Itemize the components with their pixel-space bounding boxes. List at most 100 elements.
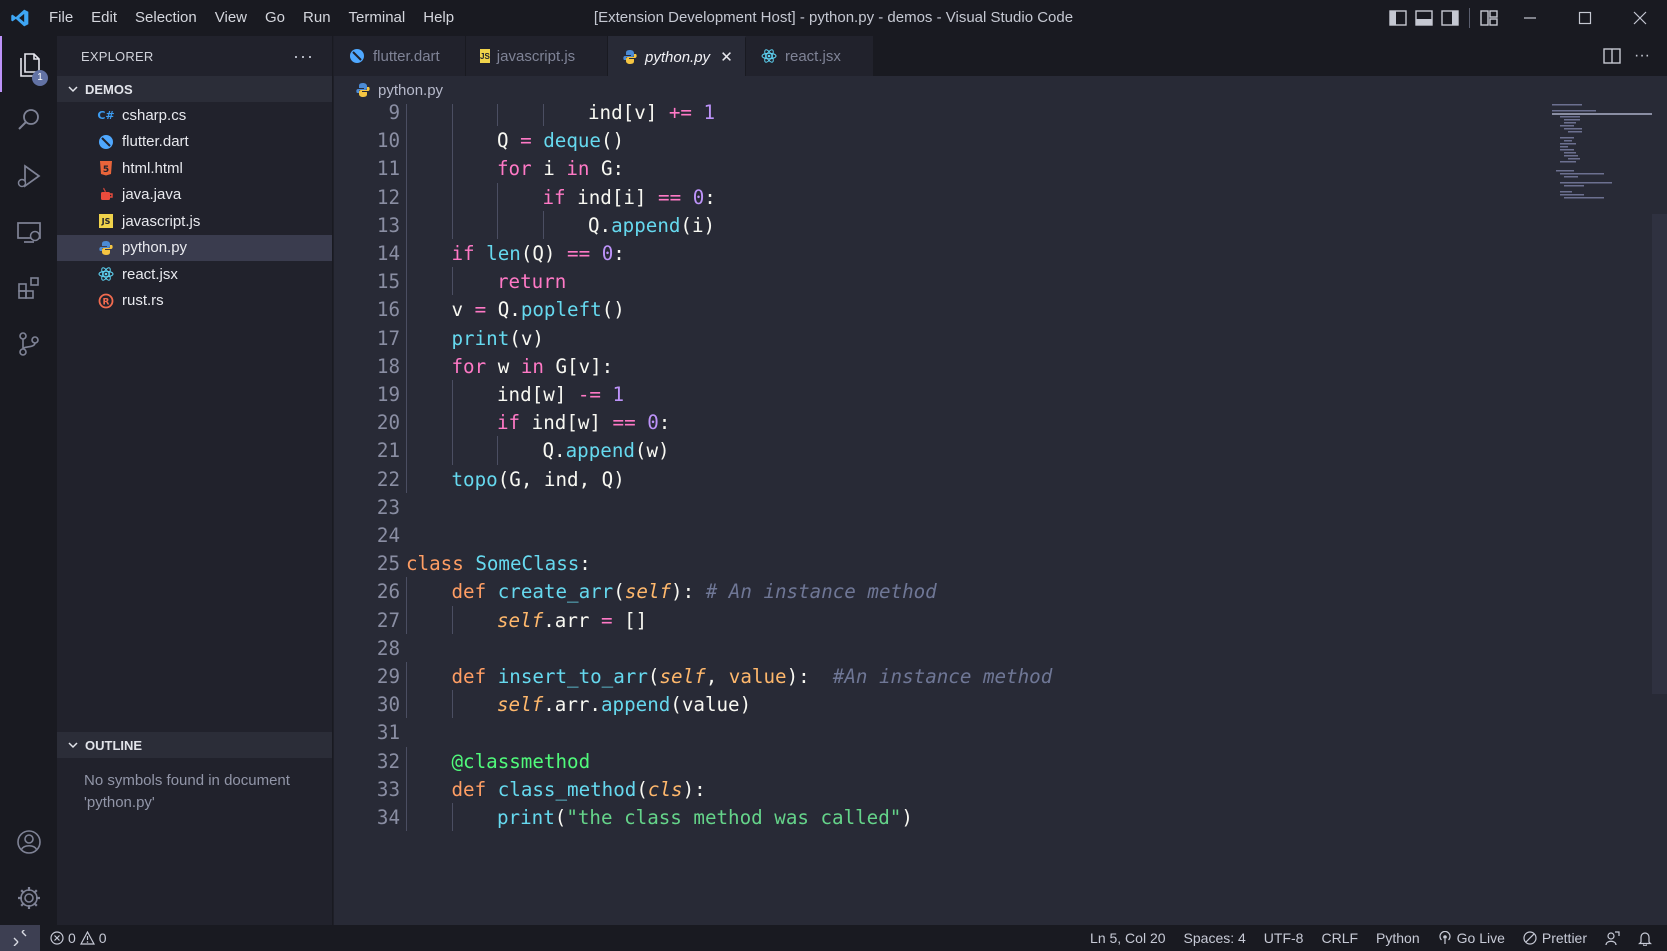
close-window-button[interactable] (1612, 0, 1667, 36)
tab-python-py[interactable]: python.py ✕ (608, 36, 746, 76)
menu-selection[interactable]: Selection (126, 4, 206, 32)
cursor-position[interactable]: Ln 5, Col 20 (1081, 930, 1175, 946)
manage-activity[interactable] (0, 870, 57, 926)
file-item-html-html[interactable]: 5 html.html (57, 155, 332, 182)
code-token: append (611, 213, 681, 237)
code-line: 16 v = Q.popleft() (334, 295, 1534, 325)
code-line: 30 self.arr.append(value) (334, 690, 1534, 720)
split-editor-icon[interactable] (1597, 38, 1627, 74)
vscode-logo-icon (0, 0, 40, 36)
code-line: 20 if ind[w] == 0: (334, 408, 1534, 438)
menu-go[interactable]: Go (256, 4, 294, 32)
tab-flutter-dart[interactable]: flutter.dart (334, 36, 466, 76)
line-number: 31 (376, 721, 400, 745)
javascript-icon: JS (480, 49, 490, 63)
encoding[interactable]: UTF-8 (1255, 930, 1313, 946)
prettier-button[interactable]: Prettier (1514, 930, 1596, 946)
toggle-panel-icon[interactable] (1411, 0, 1437, 36)
folder-section-header[interactable]: DEMOS (57, 76, 332, 102)
code-line: 27 self.arr = [] (334, 605, 1534, 636)
tab-label: python.py (645, 48, 711, 66)
problems-indicator[interactable]: 0 0 (40, 930, 107, 946)
file-item-rust-rs[interactable]: Rrust.rs (57, 288, 332, 315)
indent-guide (451, 267, 453, 296)
code-token: in (520, 354, 544, 378)
accounts-activity[interactable] (0, 814, 57, 870)
code-token: (w) (634, 439, 670, 463)
file-item-java-java[interactable]: java.java (57, 182, 332, 209)
feedback-button[interactable] (1596, 930, 1629, 946)
code-line: 17 print(v) (334, 323, 1534, 354)
customize-layout-icon[interactable] (1476, 0, 1502, 36)
code-editor[interactable]: 9 ind[v] += 1 10 Q = deque() 11 for i in G: 12… (334, 104, 1667, 925)
javascript-icon: JS (99, 214, 113, 229)
close-tab-icon[interactable]: ✕ (720, 48, 733, 66)
minimize-button[interactable] (1502, 0, 1557, 36)
extensions-activity[interactable] (0, 260, 57, 316)
code-text: def insert_to_arr(self, value): #An inst… (452, 662, 1053, 692)
file-item-csharp-cs[interactable]: C# csharp.cs (57, 102, 332, 129)
file-list: C# csharp.cs flutter.dart 5 html.html java.ja… (57, 102, 332, 314)
code-token: value (728, 665, 787, 688)
code-line: 9 ind[v] += 1 (334, 104, 1534, 128)
code-line: 31 (334, 718, 1534, 748)
menu-file[interactable]: File (40, 4, 82, 32)
line-number: 21 (376, 439, 400, 463)
maximize-button[interactable] (1557, 0, 1612, 36)
toggle-primary-sidebar-icon[interactable] (1385, 0, 1411, 36)
code-line: 33 def class_method(cls): (334, 774, 1534, 805)
remote-indicator[interactable] (0, 925, 40, 951)
indent-guide (406, 210, 407, 239)
file-item-react-jsx[interactable]: react.jsx (57, 261, 332, 288)
tab-label: flutter.dart (373, 47, 440, 65)
dart-icon (97, 133, 115, 151)
tab-javascript-js[interactable]: JS javascript.js (466, 36, 608, 76)
menu-edit[interactable]: Edit (82, 4, 126, 32)
code-token: @classmethod (451, 749, 591, 773)
file-item-python-py[interactable]: python.py (57, 234, 332, 261)
editor-scrollbar[interactable] (1652, 214, 1667, 694)
code-token: ( (554, 806, 567, 829)
file-name: java.java (122, 186, 182, 204)
code-text: topo(G, ind, Q) (452, 465, 625, 495)
source-control-activity[interactable] (0, 316, 57, 372)
search-activity[interactable] (0, 92, 57, 148)
go-live-button[interactable]: Go Live (1429, 930, 1514, 946)
code-token: Q. (542, 439, 566, 463)
minimap[interactable] (1542, 104, 1652, 925)
run-debug-activity[interactable] (0, 148, 57, 204)
explorer-activity[interactable]: 1 (0, 36, 57, 92)
tab-react-jsx[interactable]: react.jsx (746, 36, 874, 76)
more-actions-icon[interactable]: ··· (293, 46, 314, 67)
code-token: == (567, 242, 591, 265)
menu-terminal[interactable]: Terminal (340, 4, 415, 32)
indentation[interactable]: Spaces: 4 (1175, 930, 1255, 946)
react-icon (97, 265, 115, 283)
file-item-javascript-js[interactable]: JS javascript.js (57, 208, 332, 235)
indent-guide (406, 104, 407, 127)
remote-explorer-activity[interactable] (0, 204, 57, 260)
notifications-button[interactable] (1629, 931, 1661, 946)
indent-guide (406, 154, 407, 183)
menu-view[interactable]: View (206, 4, 256, 32)
remote-icon (13, 930, 27, 946)
code-line: 18 for w in G[v]: (334, 351, 1534, 382)
breadcrumb-file[interactable]: python.py (378, 82, 443, 99)
end-of-line[interactable]: CRLF (1312, 930, 1367, 946)
menu-help[interactable]: Help (414, 4, 463, 32)
toggle-secondary-sidebar-icon[interactable] (1437, 0, 1463, 36)
rust-icon: R (97, 292, 115, 310)
status-bar: 0 0 Ln 5, Col 20 Spaces: 4 UTF-8 CRLF Py… (0, 925, 1667, 951)
code-token: create_arr (497, 580, 614, 604)
indent-guide (406, 774, 407, 803)
more-editor-actions-icon[interactable]: ··· (1627, 38, 1657, 74)
code-token: Q. (588, 213, 612, 237)
menu-run[interactable]: Run (294, 4, 340, 32)
line-number: 22 (376, 467, 400, 491)
language-mode[interactable]: Python (1367, 930, 1429, 946)
line-number: 10 (376, 129, 400, 153)
file-item-flutter-dart[interactable]: flutter.dart (57, 129, 332, 156)
outline-section-header[interactable]: OUTLINE (57, 732, 332, 758)
